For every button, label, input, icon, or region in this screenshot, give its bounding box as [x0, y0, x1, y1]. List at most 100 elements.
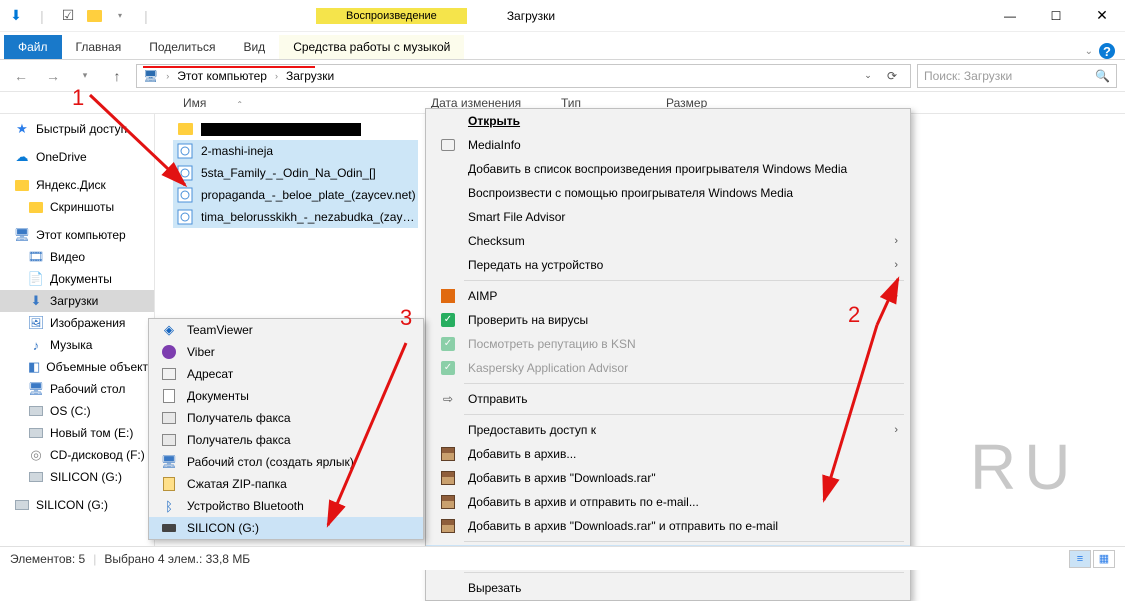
ctx-aimp[interactable]: AIMP› — [426, 284, 910, 308]
qat-down-icon[interactable]: ⬇ — [6, 6, 26, 26]
address-dropdown-icon[interactable]: ⌄ — [856, 65, 880, 87]
ctx-wmp-play[interactable]: Воспроизвести с помощью проигрывателя Wi… — [426, 181, 910, 205]
tree-cd-drive[interactable]: ◎CD-дисковод (F:) — [0, 444, 154, 466]
context-menu[interactable]: Открыть MediaInfo Добавить в список восп… — [425, 108, 911, 601]
tree-onedrive[interactable]: ☁OneDrive — [0, 146, 154, 168]
tab-view[interactable]: Вид — [229, 35, 279, 59]
fax-icon — [161, 410, 177, 426]
qat-dropdown-icon[interactable]: ▾ — [110, 6, 130, 26]
nav-forward-button[interactable]: → — [40, 63, 66, 89]
ctx-grant-access[interactable]: Предоставить доступ к› — [426, 418, 910, 442]
tree-downloads[interactable]: ⬇Загрузки — [0, 290, 154, 312]
ctx-open[interactable]: Открыть — [426, 109, 910, 133]
ctx-rar-email[interactable]: Добавить в архив и отправить по e-mail..… — [426, 490, 910, 514]
tab-share[interactable]: Поделиться — [135, 35, 229, 59]
view-details-button[interactable]: ≡ — [1069, 550, 1091, 568]
sendto-teamviewer[interactable]: ◈TeamViewer — [149, 319, 423, 341]
shield-icon — [440, 312, 456, 328]
documents-icon — [161, 388, 177, 404]
viber-icon — [161, 344, 177, 360]
recipient-icon — [161, 366, 177, 382]
breadcrumb-pc[interactable]: Этот компьютер — [177, 69, 267, 83]
video-icon: 🎞 — [28, 249, 44, 265]
tree-desktop[interactable]: 🖥Рабочий стол — [0, 378, 154, 400]
tree-quick-access[interactable]: ★Быстрый доступ — [0, 118, 154, 140]
file-row[interactable] — [173, 118, 418, 140]
help-icon[interactable]: ? — [1099, 43, 1115, 59]
file-row[interactable]: tima_belorusskikh_-_nezabudka_(zaycev... — [173, 206, 418, 228]
close-button[interactable]: ✕ — [1079, 1, 1125, 31]
tree-this-pc[interactable]: 🖥Этот компьютер — [0, 224, 154, 246]
tab-file[interactable]: Файл — [4, 35, 62, 59]
nav-back-button[interactable]: ← — [8, 63, 34, 89]
ctx-cast[interactable]: Передать на устройство› — [426, 253, 910, 277]
search-box[interactable]: 🔍 — [917, 64, 1117, 88]
tree-drive-c[interactable]: OS (C:) — [0, 400, 154, 422]
tree-3d-objects[interactable]: ◧Объемные объекты — [0, 356, 154, 378]
minimize-button[interactable]: — — [987, 1, 1033, 31]
qat-folder-icon[interactable] — [84, 6, 104, 26]
desktop-icon: 🖥 — [28, 381, 44, 397]
ctx-rar-downloads[interactable]: Добавить в архив "Downloads.rar" — [426, 466, 910, 490]
file-row[interactable]: 2-mashi-ineja — [173, 140, 418, 162]
sendto-zip[interactable]: Сжатая ZIP-папка — [149, 473, 423, 495]
tree-drive-g[interactable]: SILICON (G:) — [0, 466, 154, 488]
qat-check-icon[interactable]: ☑ — [58, 6, 78, 26]
sendto-submenu[interactable]: ◈TeamViewer Viber Адресат Документы Полу… — [148, 318, 424, 540]
status-bar: Элементов: 5 | Выбрано 4 элем.: 33,8 МБ … — [0, 546, 1125, 570]
qat-sep: | — [32, 6, 52, 26]
sendto-bluetooth[interactable]: ᛒУстройство Bluetooth — [149, 495, 423, 517]
tab-home[interactable]: Главная — [62, 35, 136, 59]
navigation-tree[interactable]: ★Быстрый доступ ☁OneDrive Яндекс.Диск Ск… — [0, 114, 155, 546]
maximize-button[interactable]: ☐ — [1033, 1, 1079, 31]
ctx-separator — [464, 280, 904, 281]
tree-drive-e[interactable]: Новый том (E:) — [0, 422, 154, 444]
tree-drive-g-ext[interactable]: SILICON (G:) — [0, 494, 154, 516]
file-name: propaganda_-_beloe_plate_(zaycev.net) — [201, 188, 416, 202]
status-selection: Выбрано 4 элем.: 33,8 МБ — [104, 552, 250, 566]
sendto-desktop[interactable]: 🖥Рабочий стол (создать ярлык) — [149, 451, 423, 473]
chevron-right-icon: › — [894, 235, 898, 247]
ctx-cut[interactable]: Вырезать — [426, 576, 910, 600]
search-input[interactable] — [924, 69, 1095, 83]
refresh-icon[interactable]: ⟳ — [880, 65, 904, 87]
sendto-silicon[interactable]: SILICON (G:) — [149, 517, 423, 539]
tree-documents[interactable]: 📄Документы — [0, 268, 154, 290]
file-row[interactable]: 5sta_Family_-_Odin_Na_Odin_[] — [173, 162, 418, 184]
tree-screenshots[interactable]: Скриншоты — [0, 196, 154, 218]
ctx-rar-downloads-email[interactable]: Добавить в архив "Downloads.rar" и отпра… — [426, 514, 910, 538]
address-bar: ← → ▾ ↑ 🖥 › Этот компьютер › Загрузки ⌄ … — [0, 60, 1125, 92]
ctx-share[interactable]: ⇨Отправить — [426, 387, 910, 411]
title-bar: ⬇ | ☑ ▾ | Воспроизведение Загрузки — ☐ ✕ — [0, 0, 1125, 32]
file-row[interactable]: propaganda_-_beloe_plate_(zaycev.net) — [173, 184, 418, 206]
tab-music-tools[interactable]: Средства работы с музыкой — [279, 35, 464, 59]
ctx-scan-virus[interactable]: Проверить на вирусы — [426, 308, 910, 332]
breadcrumb-downloads[interactable]: Загрузки — [286, 69, 334, 83]
tree-images[interactable]: 🖼Изображения — [0, 312, 154, 334]
chevron-right-icon: › — [894, 424, 898, 436]
annotation-number: 2 — [848, 302, 860, 328]
tree-music[interactable]: ♪Музыка — [0, 334, 154, 356]
ctx-wmp-add[interactable]: Добавить в список воспроизведения проигр… — [426, 157, 910, 181]
ctx-rar-add[interactable]: Добавить в архив... — [426, 442, 910, 466]
annotation-number: 1 — [72, 85, 84, 111]
sendto-viber[interactable]: Viber — [149, 341, 423, 363]
audio-file-icon — [177, 165, 193, 181]
ctx-checksum[interactable]: Checksum› — [426, 229, 910, 253]
tree-yandex-disk[interactable]: Яндекс.Диск — [0, 174, 154, 196]
ctx-mediainfo[interactable]: MediaInfo — [426, 133, 910, 157]
tree-video[interactable]: 🎞Видео — [0, 246, 154, 268]
ctx-smart-file-advisor[interactable]: Smart File Advisor — [426, 205, 910, 229]
column-name[interactable]: Имя⌃ — [175, 96, 423, 110]
sendto-documents[interactable]: Документы — [149, 385, 423, 407]
ribbon-expand-icon[interactable]: ⌄ — [1085, 46, 1093, 57]
drive-icon — [28, 403, 44, 419]
search-icon[interactable]: 🔍 — [1095, 69, 1110, 83]
view-icons-button[interactable]: ▦ — [1093, 550, 1115, 568]
ctx-separator — [464, 572, 904, 573]
sendto-fax-1[interactable]: Получатель факса — [149, 407, 423, 429]
sendto-recipient[interactable]: Адресат — [149, 363, 423, 385]
nav-up-button[interactable]: ↑ — [104, 63, 130, 89]
cd-icon: ◎ — [28, 447, 44, 463]
sendto-fax-2[interactable]: Получатель факса — [149, 429, 423, 451]
